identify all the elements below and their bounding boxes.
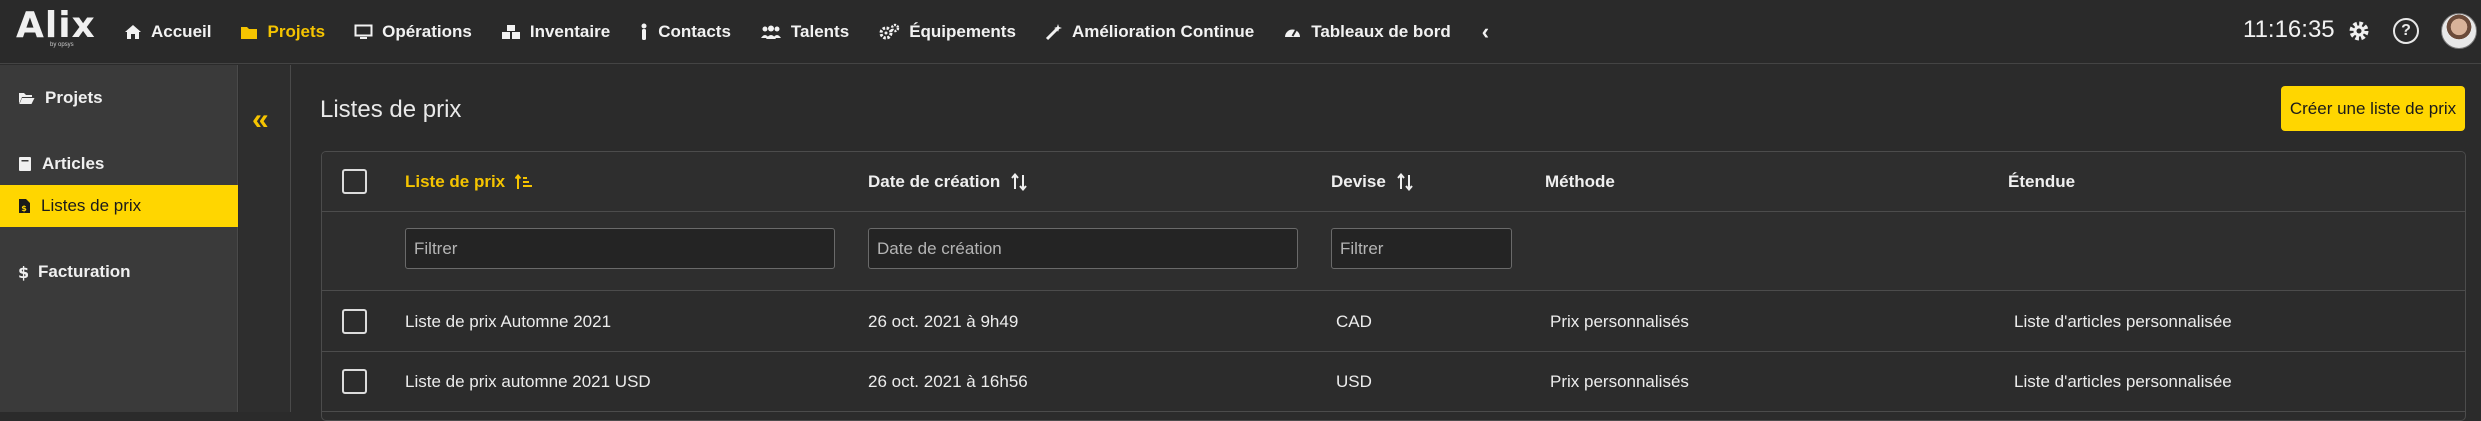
sidebar-collapse-icon[interactable]: « xyxy=(252,103,269,137)
nav-item-label: Inventaire xyxy=(529,22,611,41)
column-header-devise[interactable]: Devise xyxy=(1331,152,1414,212)
settings-gear-icon[interactable] xyxy=(2347,19,2371,48)
column-header-methode: Méthode xyxy=(1545,172,1615,191)
logo-text: Alix xyxy=(16,5,96,46)
nav-item-label: Équipements xyxy=(909,22,1016,41)
file-price-icon: $ xyxy=(19,199,30,213)
nav-item-label: Contacts xyxy=(658,22,731,41)
sort-both-icon[interactable] xyxy=(1396,173,1414,191)
monitor-icon xyxy=(354,24,373,39)
page-title: Listes de prix xyxy=(320,96,462,123)
cell-date: 26 oct. 2021 à 16h56 xyxy=(868,372,1028,391)
svg-text:$: $ xyxy=(21,204,27,213)
date-filter-input[interactable] xyxy=(868,228,1298,269)
cell-currency: USD xyxy=(1336,372,1372,391)
person-icon xyxy=(641,23,647,40)
cell-name[interactable]: Liste de prix automne 2021 USD xyxy=(405,352,651,412)
nav-item-operations[interactable]: Opérations xyxy=(354,0,472,64)
sort-ascending-icon[interactable] xyxy=(515,174,533,190)
cell-date: 26 oct. 2021 à 9h49 xyxy=(868,312,1019,331)
sidebar-item-label: Articles xyxy=(42,154,105,173)
nav-item-label: Opérations xyxy=(382,22,472,41)
table-filter-row xyxy=(322,212,2465,291)
nav-collapse-chevron-icon[interactable]: ‹ xyxy=(1482,19,1489,45)
sort-both-icon[interactable] xyxy=(1010,173,1028,191)
gears-icon xyxy=(879,23,900,40)
cell-scope: Liste d'articles personnalisée xyxy=(2014,372,2232,391)
users-icon xyxy=(760,25,781,39)
sidebar-item-label: Listes de prix xyxy=(41,196,142,215)
table-row[interactable]: Liste de prix Automne 2021 26 oct. 2021 … xyxy=(322,292,2465,352)
clock: 11:16:35 xyxy=(2243,16,2335,43)
cell-currency: CAD xyxy=(1336,312,1372,331)
price-list-table: Liste de prix Date de création Devise Mé… xyxy=(321,151,2466,421)
nav-item-accueil[interactable]: Accueil xyxy=(124,0,211,64)
cell-scope: Liste d'articles personnalisée xyxy=(2014,312,2232,331)
magic-wand-icon xyxy=(1045,24,1062,41)
column-header-liste-de-prix[interactable]: Liste de prix xyxy=(405,152,533,212)
nav-item-talents[interactable]: Talents xyxy=(760,0,849,64)
home-icon xyxy=(125,25,141,39)
nav-item-amelioration-continue[interactable]: Amélioration Continue xyxy=(1045,0,1254,64)
nav-item-label: Tableaux de bord xyxy=(1311,22,1451,41)
cell-name[interactable]: Liste de prix Automne 2021 xyxy=(405,292,611,352)
select-all-checkbox[interactable] xyxy=(342,169,367,194)
nav-item-label: Amélioration Continue xyxy=(1071,22,1255,41)
sidebar: Projets Articles $ Listes de prix $ Fact… xyxy=(0,65,238,412)
top-navbar: Alix by opsys Accueil Projets Opérations… xyxy=(0,0,2481,64)
column-header-date-de-creation[interactable]: Date de création xyxy=(868,152,1028,212)
nav-item-label: Accueil xyxy=(151,22,212,41)
nav-item-equipements[interactable]: Équipements xyxy=(878,0,1016,64)
column-header-label: Devise xyxy=(1331,172,1386,191)
main-nav: Accueil Projets Opérations Inventaire Co… xyxy=(124,0,1489,64)
svg-text:$: $ xyxy=(18,264,28,281)
sidebar-item-label: Facturation xyxy=(38,262,131,281)
cell-method: Prix personnalisés xyxy=(1550,312,1689,331)
logo-subtext: by opsys xyxy=(50,42,74,48)
currency-filter-input[interactable] xyxy=(1331,228,1512,269)
nav-item-projets[interactable]: Projets xyxy=(240,0,325,64)
gauge-icon xyxy=(1285,29,1301,37)
table-header-row: Liste de prix Date de création Devise Mé… xyxy=(322,152,2465,212)
sidebar-item-facturation[interactable]: $ Facturation xyxy=(0,251,238,293)
column-header-etendue: Étendue xyxy=(2008,172,2076,191)
row-checkbox[interactable] xyxy=(342,309,367,334)
alix-logo[interactable]: Alix by opsys xyxy=(16,6,96,56)
book-icon xyxy=(19,157,31,171)
main-content: Listes de prix Créer une liste de prix L… xyxy=(292,65,2481,421)
column-header-label: Date de création xyxy=(868,172,1001,191)
sidebar-item-projets[interactable]: Projets xyxy=(0,77,238,119)
boxes-icon xyxy=(501,25,520,39)
create-price-list-button[interactable]: Créer une liste de prix xyxy=(2281,86,2465,131)
column-header-label: Liste de prix xyxy=(405,172,506,191)
table-row[interactable]: Liste de prix automne 2021 USD 26 oct. 2… xyxy=(322,352,2465,412)
cell-method: Prix personnalisés xyxy=(1550,372,1689,391)
row-checkbox[interactable] xyxy=(342,369,367,394)
sidebar-item-label: Projets xyxy=(45,88,103,107)
name-filter-input[interactable] xyxy=(405,228,835,269)
folder-open-icon xyxy=(19,92,35,104)
nav-item-inventaire[interactable]: Inventaire xyxy=(501,0,610,64)
nav-item-contacts[interactable]: Contacts xyxy=(639,0,731,64)
avatar[interactable] xyxy=(2441,13,2477,49)
sidebar-item-listes-de-prix[interactable]: $ Listes de prix xyxy=(0,185,238,227)
sidebar-rail: « xyxy=(239,65,291,412)
nav-item-label: Projets xyxy=(267,22,326,41)
folder-icon xyxy=(241,26,258,39)
nav-item-label: Talents xyxy=(790,22,850,41)
sidebar-item-articles[interactable]: Articles xyxy=(0,143,238,185)
help-icon[interactable]: ? xyxy=(2393,18,2419,44)
nav-item-tableaux-de-bord[interactable]: Tableaux de bord xyxy=(1283,0,1451,64)
dollar-icon: $ xyxy=(18,264,28,281)
